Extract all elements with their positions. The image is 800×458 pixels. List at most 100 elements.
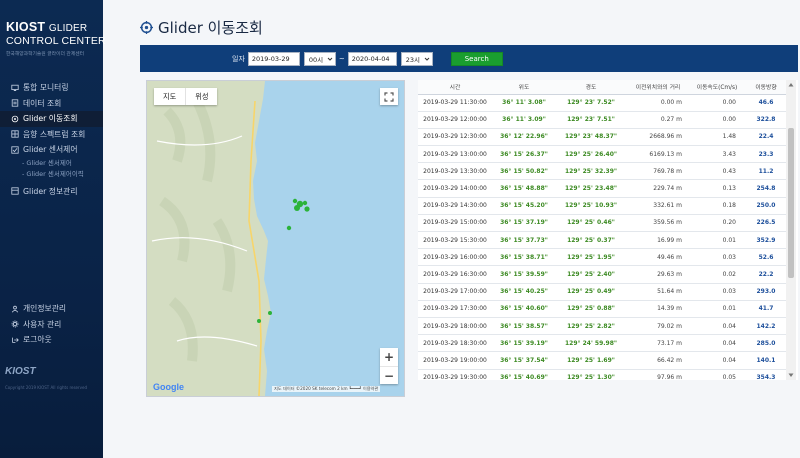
table-row[interactable]: 2019-03-29 14:00:00 36° 15' 48.88" 129° 25… [418,179,788,198]
menu-item-glider-movement[interactable]: Glider 이동조회 [0,111,103,127]
table-row[interactable]: 2019-03-29 17:30:00 36° 15' 40.60" 129° 25… [418,300,788,318]
cell-latitude: 36° 15' 39.19" [492,334,556,353]
cell-latitude: 36° 11' 3.08" [492,94,556,112]
map-canvas[interactable] [147,81,404,396]
menu-item-monitoring[interactable]: 통합 모니터링 [0,80,103,96]
cell-speed: 0.43 [690,162,744,181]
start-date-input[interactable]: 2019-03-29 [247,51,300,66]
cell-speed: 0.01 [690,231,744,250]
cell-latitude: 36° 15' 39.59" [492,265,556,284]
glider-marker[interactable] [286,225,292,231]
person-icon [10,304,19,313]
menu-label: Glider 이동조회 [23,114,78,124]
date-label: 일자 [232,54,245,63]
glider-marker[interactable] [257,319,261,323]
cell-distance: 0.27 m [626,111,690,129]
end-hour-select[interactable]: 23시 [400,51,433,66]
cell-longitude: 129° 25' 32.39" [556,162,626,181]
table-row[interactable]: 2019-03-29 12:00:00 36° 11' 3.09" 129° 23'… [418,111,788,129]
table-row[interactable]: 2019-03-29 19:30:00 36° 15' 40.69" 129° 25… [418,369,788,380]
cell-longitude: 129° 23' 7.52" [556,94,626,112]
cell-longitude: 129° 25' 23.48" [556,179,626,198]
menu-item-acoustic-spectrum[interactable]: 음향 스펙트럼 조회 [0,127,103,143]
menu-item-glider-info[interactable]: Glider 정보관리 [0,184,103,200]
col-time[interactable]: 시간 [418,80,492,95]
table-row[interactable]: 2019-03-29 14:30:00 36° 15' 45.20" 129° 25… [418,197,788,215]
cell-time: 2019-03-29 13:30:00 [418,162,492,181]
col-longitude[interactable]: 경도 [556,80,626,95]
fullscreen-icon [384,91,394,102]
glider-marker[interactable] [302,200,308,206]
cell-speed: 0.18 [690,197,744,215]
menu-label: Glider 센서제어 [23,145,78,155]
cell-latitude: 36° 11' 3.09" [492,111,556,129]
cell-direction: 250.0 [744,197,788,215]
cell-time: 2019-03-29 19:00:00 [418,351,492,370]
tab-map[interactable]: 지도 [154,88,185,105]
submenu-sensor-control-history[interactable]: - Glider 센서제어이력 [0,169,103,180]
logo-main: KIOST [6,20,46,34]
table-row[interactable]: 2019-03-29 12:30:00 36° 12' 22.96" 129° 23… [418,128,788,147]
table-header-row: 시간 위도 경도 이전위치와의 거리 이동속도(Cm/s) 이동방향 [418,80,788,95]
menu-item-personal-info[interactable]: 개인정보관리 [0,301,103,317]
col-speed[interactable]: 이동속도(Cm/s) [690,80,744,95]
movement-table-panel: 시간 위도 경도 이전위치와의 거리 이동속도(Cm/s) 이동방향 2019-… [418,80,798,380]
map-view[interactable]: 지도 위성 + − Google 지도 데이터 ©2020 SK telecom… [146,80,405,397]
cell-time: 2019-03-29 14:00:00 [418,179,492,198]
table-row[interactable]: 2019-03-29 16:00:00 36° 15' 38.71" 129° 25… [418,248,788,267]
end-date-input[interactable]: 2020-04-04 [347,51,397,66]
menu-label: 사용자 관리 [23,319,62,329]
table-row[interactable]: 2019-03-29 13:30:00 36° 15' 50.82" 129° 25… [418,162,788,181]
col-direction[interactable]: 이동방향 [744,80,788,95]
cell-latitude: 36° 15' 48.88" [492,179,556,198]
cell-time: 2019-03-29 16:30:00 [418,265,492,284]
scroll-thumb[interactable] [788,128,794,278]
tab-satellite[interactable]: 위성 [185,88,217,105]
scroll-up-icon[interactable] [788,82,794,88]
table-row[interactable]: 2019-03-29 16:30:00 36° 15' 39.59" 129° 25… [418,265,788,284]
glider-marker[interactable] [268,311,272,315]
zoom-in-button[interactable]: + [380,348,398,366]
scroll-down-icon[interactable] [788,372,794,378]
cell-latitude: 36° 15' 50.82" [492,162,556,181]
zoom-out-button[interactable]: − [380,366,398,384]
menu-item-sensor-control[interactable]: Glider 센서제어 [0,142,103,158]
cell-latitude: 36° 15' 38.57" [492,317,556,336]
cell-speed: 0.03 [690,283,744,301]
cell-time: 2019-03-29 14:30:00 [418,197,492,215]
kiost-logo[interactable]: KIOST GLIDER CONTROL CENTER 한국해양과학기술원 글라… [0,0,106,57]
cell-time: 2019-03-29 13:00:00 [418,145,492,164]
cell-direction: 41.7 [744,300,788,318]
cell-distance: 6169.13 m [626,145,690,164]
table-row[interactable]: 2019-03-29 11:30:00 36° 11' 3.08" 129° 23'… [418,94,788,112]
menu-item-user-management[interactable]: 사용자 관리 [0,317,103,333]
submenu-sensor-control[interactable]: - Glider 센서제어 [0,158,103,169]
table-scrollbar[interactable] [786,80,796,380]
cell-longitude: 129° 25' 0.37" [556,231,626,250]
cell-time: 2019-03-29 12:00:00 [418,111,492,129]
col-latitude[interactable]: 위도 [492,80,556,95]
page-header: Glider 이동조회 [140,17,263,38]
glider-marker[interactable] [296,200,304,208]
col-distance[interactable]: 이전위치와의 거리 [626,80,690,95]
menu-item-data[interactable]: 데이터 조회 [0,96,103,112]
glider-marker[interactable] [304,206,310,212]
table-row[interactable]: 2019-03-29 15:00:00 36° 15' 37.19" 129° 25… [418,214,788,233]
fullscreen-button[interactable] [380,88,398,105]
google-logo: Google [153,382,184,392]
glider-marker[interactable] [292,198,298,204]
table-row[interactable]: 2019-03-29 19:00:00 36° 15' 37.54" 129° 25… [418,351,788,370]
menu-item-logout[interactable]: 로그아웃 [0,332,103,348]
table-row[interactable]: 2019-03-29 17:00:00 36° 15' 40.25" 129° 25… [418,283,788,301]
table-row[interactable]: 2019-03-29 13:00:00 36° 15' 26.37" 129° 25… [418,145,788,164]
start-hour-select[interactable]: 00시 [303,51,336,66]
cell-longitude: 129° 24' 59.98" [556,334,626,353]
cell-latitude: 36° 15' 37.54" [492,351,556,370]
table-row[interactable]: 2019-03-29 15:30:00 36° 15' 37.73" 129° 25… [418,231,788,250]
search-button[interactable]: Search [450,51,503,66]
cell-longitude: 129° 25' 0.88" [556,300,626,318]
table-row[interactable]: 2019-03-29 18:00:00 36° 15' 38.57" 129° 25… [418,317,788,336]
cell-distance: 73.17 m [626,334,690,353]
table-row[interactable]: 2019-03-29 18:30:00 36° 15' 39.19" 129° 24… [418,334,788,353]
menu-label: 데이터 조회 [23,98,62,108]
